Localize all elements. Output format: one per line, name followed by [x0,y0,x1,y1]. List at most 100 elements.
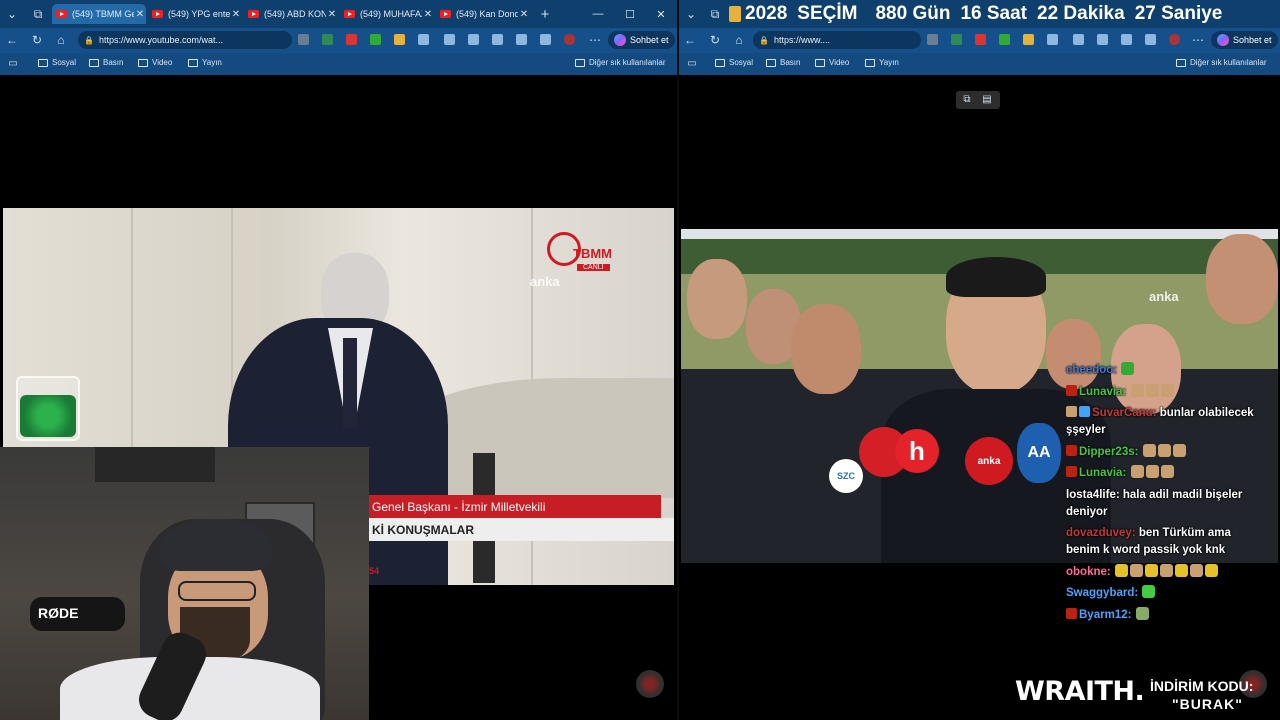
extension-icon[interactable] [322,34,333,45]
countdown-days: 880 Gün [875,3,951,24]
countdown-minutes: 22 Dakika [1037,3,1125,24]
url-text: https://www.... [774,35,831,45]
person-head [687,259,747,339]
more-icon[interactable]: ⋯ [588,33,602,47]
tab-2[interactable]: (549) YPG enteg ✕ [148,4,242,24]
rode-logo: RØDE [38,605,79,621]
screenshot-icon[interactable] [540,34,551,45]
badge-icon [1079,406,1090,417]
copilot-chat-button[interactable]: Sohbet et [1211,31,1278,49]
fav-yayin[interactable]: Yayın [188,58,222,67]
fav-sosyal[interactable]: Sosyal [715,58,753,67]
chat-user: losta4life: [1066,488,1120,501]
avatar[interactable] [564,34,575,45]
fav-basin[interactable]: Basın [89,58,123,67]
captions-icon[interactable]: ▤ [980,93,994,107]
szc-mic: SZC [829,459,863,493]
refresh-icon[interactable]: ↻ [30,33,44,47]
person-head [1206,234,1278,324]
extension-icon[interactable] [298,34,309,45]
folder-icon [815,58,825,67]
folder-icon [1176,58,1186,67]
copilot-chat-button[interactable]: Sohbet et [608,31,675,49]
chat-message: dovazduvey: ben Türküm ama benim k word … [1066,525,1266,559]
close-window-icon[interactable]: ✕ [653,6,669,22]
extension-icon[interactable] [418,34,429,45]
pip-icon[interactable]: ⧉ [960,93,974,107]
address-bar[interactable]: 🔒 https://www.youtube.com/wat... [78,31,292,49]
more-icon[interactable]: ⋯ [1191,33,1205,47]
tab-4[interactable]: (549) MUHAFAZ ✕ [340,4,434,24]
address-bar[interactable]: 🔒 https://www.... [753,31,921,49]
fav-sosyal[interactable]: Sosyal [38,58,76,67]
fav-yayin[interactable]: Yayın [865,58,899,67]
emote-icon [1129,563,1143,577]
heart-icon[interactable] [516,34,527,45]
chat-user: Swaggybard: [1066,587,1139,599]
anka-watermark: anka [1149,289,1179,304]
extension-icon[interactable] [370,34,381,45]
countdown-seconds: 27 Saniye [1134,3,1223,24]
folder-icon [38,58,48,67]
youtube-icon [248,10,259,18]
fav-other[interactable]: Diğer sık kullanılanlar [575,58,665,67]
folder-icon [766,58,776,67]
split-screen-icon[interactable] [444,34,455,45]
badge-icon [1066,444,1077,456]
copilot-icon [614,34,626,46]
chat-message: Swaggybard: [1066,585,1266,602]
home-icon[interactable]: ⌂ [732,33,746,47]
avatar[interactable] [1169,34,1180,45]
heart-icon[interactable] [1145,34,1156,45]
tab-actions-icon[interactable]: ▭ [6,57,20,71]
tab-favicon[interactable] [729,6,741,22]
minimize-icon[interactable]: — [590,6,606,22]
chat-user: obokne: [1066,565,1111,578]
close-tab-icon[interactable]: ✕ [326,9,338,20]
emote-icon [1121,362,1135,375]
workspaces-icon[interactable]: ⧉ [30,6,46,22]
tab-3[interactable]: (549) ABD KONU✕ [244,4,338,24]
extension-icon[interactable] [346,34,357,45]
chevron-down-icon[interactable]: ⌄ [4,6,20,22]
close-tab-icon[interactable]: ✕ [422,9,434,20]
tab-actions-icon[interactable]: ▭ [685,57,699,71]
extension-icon[interactable] [1047,34,1058,45]
webcam-overlay: RØDE [0,447,369,720]
caption-white-bar: Kİ KONUŞMALAR [369,518,674,541]
fav-other[interactable]: Diğer sık kullanılanlar [1176,58,1266,67]
extension-icon[interactable] [394,34,405,45]
collections-icon[interactable] [1121,34,1132,45]
favorites-icon[interactable] [1097,34,1108,45]
emote-icon [1160,465,1174,478]
new-tab-icon[interactable]: + [537,6,553,22]
fav-video[interactable]: Video [138,58,172,67]
maximize-icon[interactable]: ☐ [622,6,638,22]
favorites-icon[interactable] [468,34,479,45]
extension-icon[interactable] [951,34,962,45]
home-icon[interactable]: ⌂ [54,33,68,47]
wall-frames [95,447,215,482]
fav-video[interactable]: Video [815,58,849,67]
back-icon[interactable]: ← [683,33,697,47]
close-tab-icon[interactable]: ✕ [518,9,530,20]
extension-icon[interactable] [975,34,986,45]
extension-icon[interactable] [1023,34,1034,45]
fav-basin[interactable]: Basın [766,58,800,67]
split-screen-icon[interactable] [1073,34,1084,45]
workspaces-icon[interactable]: ⧉ [707,6,723,22]
chevron-down-icon[interactable]: ⌄ [683,6,699,22]
extension-icon[interactable] [999,34,1010,45]
refresh-icon[interactable]: ↻ [708,33,722,47]
folder-icon [89,58,99,67]
chat-user: SuvarCanu: [1092,407,1157,419]
tab-5[interactable]: (549) Kan Dondu ✕ [436,4,530,24]
collections-icon[interactable] [492,34,503,45]
folder-icon [865,58,875,67]
extension-icon[interactable] [927,34,938,45]
tab-1[interactable]: (549) TBMM Gen✕ [52,4,146,24]
close-tab-icon[interactable]: ✕ [134,9,146,20]
back-icon[interactable]: ← [5,33,19,47]
badge-icon [1066,406,1077,417]
close-tab-icon[interactable]: ✕ [230,9,242,20]
